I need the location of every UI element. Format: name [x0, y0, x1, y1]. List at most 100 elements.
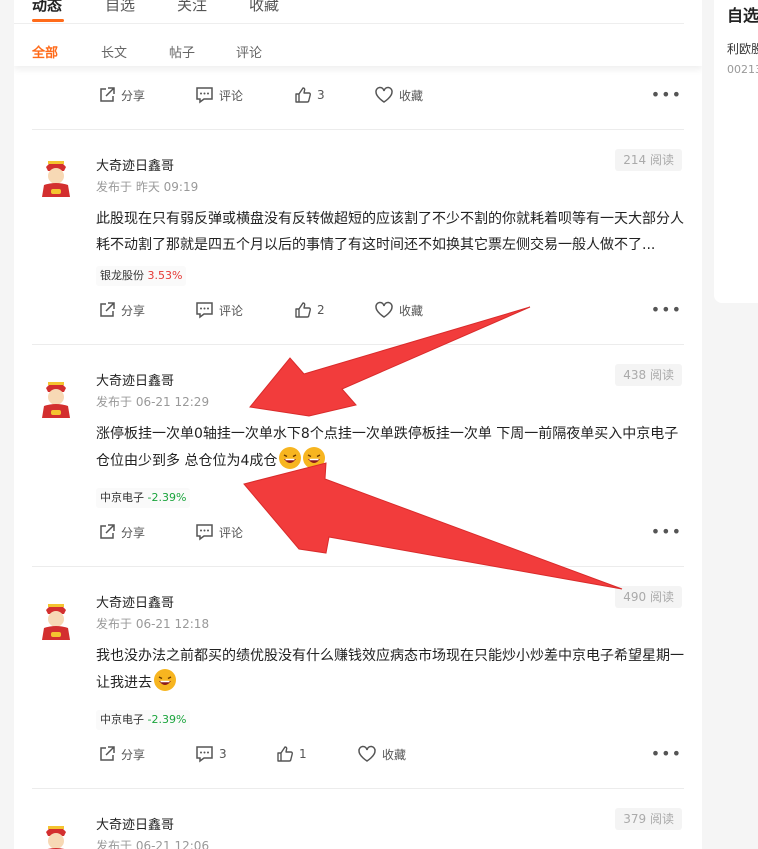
- subtab-comments[interactable]: 评论: [236, 42, 262, 61]
- comment-label: 评论: [219, 303, 244, 318]
- tab-following[interactable]: 关注: [177, 0, 207, 15]
- share-button[interactable]: 分享: [98, 745, 145, 763]
- post-card: 大奇迹日鑫哥 发布于 06-21 12:29 438 阅读 涨停板挂一次单0轴挂…: [14, 345, 702, 567]
- comment-label: 评论: [219, 88, 244, 103]
- like-button[interactable]: 1: [276, 745, 307, 763]
- favorite-label: 收藏: [399, 525, 424, 540]
- author-name[interactable]: 大奇迹日鑫哥: [96, 155, 174, 174]
- subtab-all[interactable]: 全部: [32, 42, 58, 61]
- more-icon[interactable]: •••: [651, 87, 682, 103]
- comment-button[interactable]: 评论: [195, 523, 243, 541]
- subtab-long-article[interactable]: 长文: [101, 42, 127, 61]
- avatar-icon[interactable]: [38, 820, 74, 849]
- watchlist-sidebar: 自选 利欧股份 002131: [714, 0, 758, 303]
- post-card: 大奇迹日鑫哥 发布于 06-21 12:18 490 阅读 我也没办法之前都买的…: [14, 567, 702, 789]
- feed-tabs-header: 动态 自选 关注 收藏 全部 长文 帖子 评论: [14, 0, 702, 66]
- favorite-label: 收藏: [382, 747, 407, 762]
- stock-name: 中京电子: [100, 713, 144, 726]
- comment-count: 3: [219, 747, 227, 761]
- post-card: 大奇迹日鑫哥 发布于 昨天 09:19 214 阅读 此股现在只有弱反弹或横盘没…: [14, 130, 702, 345]
- post-text: 涨停板挂一次单0轴挂一次单水下8个点挂一次单跌停板挂一次单 下周一前隔夜单买入中…: [96, 426, 679, 469]
- tab-watchlist[interactable]: 自选: [105, 0, 135, 15]
- post-text: 我也没办法之前都买的绩优股没有什么赚钱效应病态市场现在只能炒小炒差中京电子希望星…: [96, 648, 684, 691]
- share-icon: [100, 302, 115, 317]
- tab-dynamic[interactable]: 动态: [32, 0, 62, 15]
- sidebar-stock-code: 002131: [727, 63, 758, 76]
- stock-change: 3.53%: [147, 269, 183, 282]
- read-count: 214 阅读: [615, 149, 682, 171]
- favorite-button[interactable]: 收藏: [374, 523, 423, 541]
- post-actions: 分享 评论 2 收藏 •••: [14, 523, 702, 547]
- share-button[interactable]: 分享: [98, 301, 145, 319]
- share-label: 分享: [121, 747, 146, 762]
- author-name[interactable]: 大奇迹日鑫哥: [96, 592, 174, 611]
- feed-panel: 动态 自选 关注 收藏 全部 长文 帖子 评论 分享 评论 3 收藏 ••• 大…: [14, 0, 702, 849]
- post-content[interactable]: 我也没办法之前都买的绩优股没有什么赚钱效应病态市场现在只能炒小炒差中京电子希望星…: [96, 643, 686, 696]
- like-button[interactable]: 3: [294, 86, 325, 104]
- comment-icon: [196, 746, 213, 763]
- avatar-icon[interactable]: [38, 598, 74, 640]
- favorite-label: 收藏: [399, 88, 424, 103]
- comment-button[interactable]: 3: [195, 745, 227, 763]
- share-label: 分享: [121, 525, 146, 540]
- author-name[interactable]: 大奇迹日鑫哥: [96, 370, 174, 389]
- stock-name: 银龙股份: [100, 269, 144, 282]
- more-icon[interactable]: •••: [651, 746, 682, 762]
- avatar-icon[interactable]: [38, 376, 74, 418]
- favorite-button[interactable]: 收藏: [374, 301, 423, 319]
- sidebar-stock-name[interactable]: 利欧股份: [727, 40, 758, 57]
- heart-icon: [358, 745, 376, 762]
- like-button[interactable]: 2: [294, 301, 325, 319]
- post-content[interactable]: 涨停板挂一次单0轴挂一次单水下8个点挂一次单跌停板挂一次单 下周一前隔夜单买入中…: [96, 421, 686, 474]
- like-count: 2: [317, 303, 325, 317]
- active-tab-indicator: [32, 19, 64, 22]
- author-name[interactable]: 大奇迹日鑫哥: [96, 814, 174, 833]
- sidebar-title: 自选: [727, 6, 758, 25]
- thumbs-up-icon: [277, 746, 293, 762]
- favorite-button[interactable]: 收藏: [357, 745, 406, 763]
- more-icon[interactable]: •••: [651, 302, 682, 318]
- avatar-icon[interactable]: [38, 155, 74, 197]
- stock-tag[interactable]: 中京电子 -2.39%: [96, 488, 191, 508]
- tab-favorites[interactable]: 收藏: [249, 0, 279, 15]
- post-time: 发布于 06-21 12:06: [96, 839, 210, 849]
- comment-icon: [196, 302, 213, 319]
- more-icon[interactable]: •••: [651, 524, 682, 540]
- share-button[interactable]: 分享: [98, 523, 145, 541]
- comment-button[interactable]: 评论: [195, 301, 243, 319]
- like-count: 1: [299, 747, 307, 761]
- post-time: 发布于 06-21 12:29: [96, 395, 210, 409]
- read-count: 438 阅读: [615, 364, 682, 386]
- stock-tag[interactable]: 银龙股份 3.53%: [96, 266, 187, 286]
- heart-icon: [375, 86, 393, 103]
- stock-tag[interactable]: 中京电子 -2.39%: [96, 710, 191, 730]
- comment-button[interactable]: 评论: [195, 86, 243, 104]
- thumbs-up-icon: [295, 87, 311, 103]
- post-actions: 分享 评论 2 收藏 •••: [14, 301, 702, 325]
- read-count: 379 阅读: [615, 808, 682, 830]
- post-time: 发布于 06-21 12:18: [96, 617, 210, 631]
- share-icon: [100, 746, 115, 761]
- laughing-emoji-icon: [303, 447, 326, 469]
- favorite-button[interactable]: 收藏: [374, 86, 423, 104]
- post-card: 大奇迹日鑫哥 发布于 06-21 12:06 379 阅读: [14, 789, 702, 849]
- comment-icon: [196, 524, 213, 541]
- share-label: 分享: [121, 303, 146, 318]
- favorite-label: 收藏: [399, 303, 424, 318]
- post-actions: 分享 评论 3 收藏 •••: [14, 86, 702, 110]
- subtab-posts[interactable]: 帖子: [169, 42, 195, 61]
- heart-icon: [375, 523, 393, 540]
- stock-change: -2.39%: [147, 491, 187, 504]
- laughing-emoji-icon: [279, 447, 302, 469]
- post-actions: 分享 3 1 收藏 •••: [14, 745, 702, 769]
- share-icon: [100, 524, 115, 539]
- thumbs-up-icon: [295, 524, 311, 540]
- post-content[interactable]: 此股现在只有弱反弹或横盘没有反转做超短的应该割了不少不割的你就耗着呗等有一天大部…: [96, 206, 686, 258]
- like-count: 2: [317, 525, 325, 539]
- heart-icon: [375, 301, 393, 318]
- share-button[interactable]: 分享: [98, 86, 145, 104]
- like-button[interactable]: 2: [294, 523, 325, 541]
- share-icon: [100, 87, 115, 102]
- tabs-divider: [14, 23, 684, 24]
- thumbs-up-icon: [295, 302, 311, 318]
